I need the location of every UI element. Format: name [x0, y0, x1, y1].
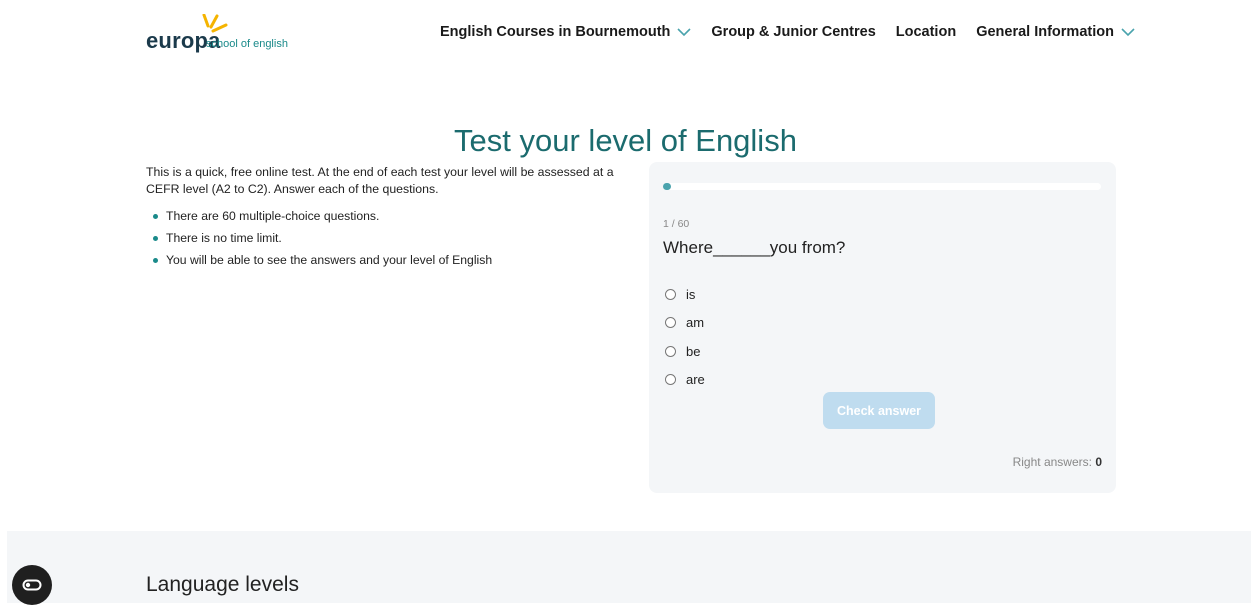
question-text: Where______you from? — [663, 238, 846, 257]
radio-icon[interactable] — [665, 374, 676, 386]
intro-text: This is a quick, free online test. At th… — [146, 165, 614, 196]
progress-fill — [663, 183, 671, 190]
answer-options: is am be are — [665, 280, 705, 394]
nav-group-junior[interactable]: Group & Junior Centres — [711, 24, 875, 40]
chevron-down-icon — [677, 28, 691, 37]
radio-icon[interactable] — [665, 288, 676, 300]
nav-label: Group & Junior Centres — [711, 24, 876, 40]
nav-general-information[interactable]: General Information — [976, 24, 1135, 40]
answer-option-be[interactable]: be — [665, 337, 705, 366]
chevron-down-icon — [1121, 28, 1135, 37]
bullet-icon — [153, 214, 158, 219]
section-title: Language levels — [146, 573, 299, 596]
list-item: There is no time limit. — [146, 230, 616, 247]
nav-english-courses[interactable]: English Courses in Bournemouth — [440, 24, 691, 40]
cookie-settings-icon — [22, 579, 42, 591]
nav-label: English Courses in Bournemouth — [440, 24, 671, 40]
nav-location[interactable]: Location — [896, 24, 956, 40]
radio-icon[interactable] — [665, 317, 676, 329]
list-item: You will be able to see the answers and … — [146, 252, 616, 269]
main-nav: English Courses in Bournemouth Group & J… — [440, 24, 1155, 40]
logo-subtitle: school of english — [206, 38, 288, 50]
nav-label: General Information — [976, 24, 1114, 40]
nav-label: Location — [895, 24, 957, 40]
answer-option-am[interactable]: am — [665, 309, 705, 338]
bullet-icon — [153, 236, 158, 241]
progress-bar — [663, 183, 1101, 190]
right-answers-count: Right answers: 0 — [1012, 455, 1102, 469]
page-title: Test your level of English — [454, 122, 797, 158]
answer-option-are[interactable]: are — [665, 366, 705, 395]
question-counter: 1 / 60 — [663, 218, 690, 230]
test-intro: This is a quick, free online test. At th… — [146, 164, 616, 274]
list-item: There are 60 multiple-choice questions. — [146, 208, 616, 225]
cookie-settings-button[interactable] — [12, 565, 52, 605]
bullet-icon — [153, 258, 158, 263]
language-levels-section: Language levels — [7, 531, 1251, 603]
quiz-card: 1 / 60 Where______you from? is am be are… — [649, 162, 1116, 493]
right-answers-value: 0 — [1095, 455, 1102, 469]
check-answer-button[interactable]: Check answer — [823, 392, 935, 429]
intro-bullet-list: There are 60 multiple-choice questions. … — [146, 208, 616, 269]
answer-option-is[interactable]: is — [665, 280, 705, 309]
europa-logo[interactable]: europa school of english — [146, 14, 306, 54]
site-header: europa school of english English Courses… — [0, 0, 1251, 70]
radio-icon[interactable] — [665, 345, 676, 357]
